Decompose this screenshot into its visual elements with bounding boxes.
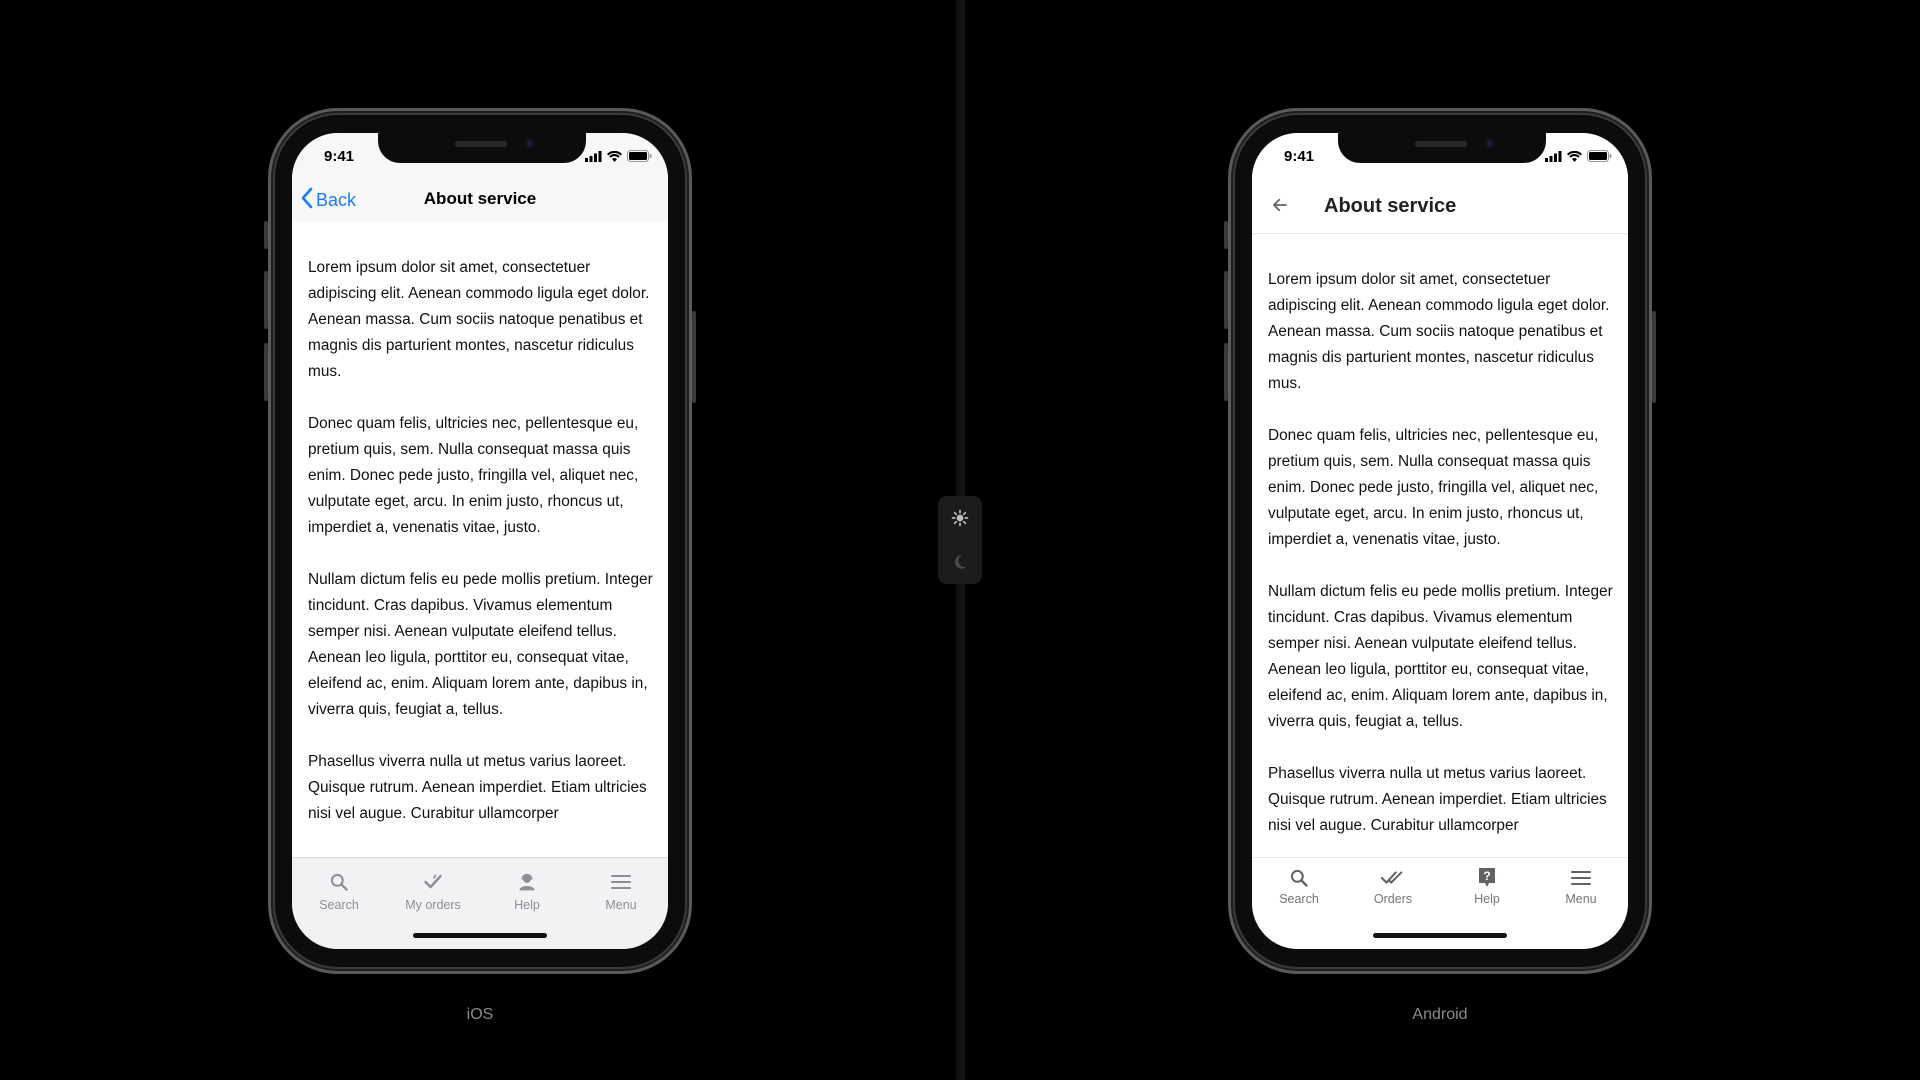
battery-icon bbox=[1587, 149, 1612, 167]
wifi-icon bbox=[1567, 149, 1582, 167]
tab-label: Help bbox=[1474, 892, 1500, 906]
signal-icon bbox=[585, 149, 602, 167]
theme-toggle bbox=[938, 496, 982, 584]
paragraph: Nullam dictum felis eu pede mollis preti… bbox=[1268, 583, 1613, 730]
volume-up-button bbox=[1224, 271, 1228, 329]
menu-icon bbox=[609, 870, 633, 894]
tab-menu[interactable]: Menu bbox=[1534, 858, 1628, 949]
page-title: About service bbox=[1324, 195, 1457, 217]
paragraph: Lorem ipsum dolor sit amet, consectetuer… bbox=[308, 259, 650, 380]
mute-switch bbox=[1224, 221, 1228, 249]
paragraph: Phasellus viverra nulla ut metus varius … bbox=[1268, 765, 1607, 834]
volume-down-button bbox=[1224, 343, 1228, 401]
tab-label: Orders bbox=[1373, 892, 1413, 906]
battery-icon bbox=[627, 149, 652, 167]
paragraph: Donec quam felis, ultricies nec, pellent… bbox=[1268, 427, 1599, 548]
search-icon bbox=[1287, 866, 1311, 890]
notch bbox=[1338, 133, 1546, 163]
front-camera bbox=[1484, 138, 1495, 149]
mute-switch bbox=[264, 221, 268, 249]
tab-label: Search bbox=[1279, 892, 1319, 906]
paragraph: Donec quam felis, ultricies nec, pellent… bbox=[308, 415, 639, 536]
search-icon bbox=[327, 870, 351, 894]
paragraph: Phasellus viverra nulla ut metus varius … bbox=[308, 753, 647, 822]
support-agent-icon bbox=[515, 870, 539, 894]
status-time: 9:41 bbox=[1284, 148, 1315, 165]
paragraph: Nullam dictum felis eu pede mollis preti… bbox=[308, 571, 653, 718]
front-camera bbox=[524, 138, 535, 149]
signal-icon bbox=[1545, 149, 1562, 167]
svg-text:?: ? bbox=[1483, 869, 1490, 883]
help-icon: ? bbox=[1475, 866, 1499, 890]
back-button[interactable] bbox=[1268, 195, 1292, 219]
ios-screen: Back About service 9:41 Lorem ipsum dolo… bbox=[292, 133, 668, 949]
tab-label: My orders bbox=[405, 898, 461, 912]
home-indicator[interactable] bbox=[1373, 933, 1507, 938]
tab-label: Menu bbox=[1565, 892, 1597, 906]
tab-label: Menu bbox=[605, 898, 637, 912]
volume-down-button bbox=[264, 343, 268, 401]
android-caption: Android bbox=[1412, 1006, 1468, 1023]
volume-up-button bbox=[264, 271, 268, 329]
tab-menu[interactable]: Menu bbox=[574, 858, 668, 949]
status-time: 9:41 bbox=[324, 148, 355, 165]
sun-icon[interactable] bbox=[949, 507, 971, 529]
tab-search[interactable]: Search bbox=[1252, 858, 1346, 949]
arrow-back-icon bbox=[1271, 196, 1289, 219]
android-phone-mockup: About service 9:41 Lorem ipsum dolor sit… bbox=[1224, 108, 1656, 974]
home-indicator[interactable] bbox=[413, 933, 547, 938]
menu-icon bbox=[1569, 866, 1593, 890]
about-content: Lorem ipsum dolor sit amet, consectetuer… bbox=[292, 255, 668, 853]
power-button bbox=[1652, 311, 1656, 403]
power-button bbox=[692, 311, 696, 403]
about-content: Lorem ipsum dolor sit amet, consectetuer… bbox=[1252, 267, 1628, 865]
tab-label: Search bbox=[319, 898, 359, 912]
wifi-icon bbox=[607, 149, 622, 167]
page-title: About service bbox=[423, 189, 537, 208]
done-all-icon bbox=[1381, 866, 1405, 890]
notch bbox=[378, 133, 586, 163]
moon-icon[interactable] bbox=[949, 551, 971, 573]
android-screen: About service 9:41 Lorem ipsum dolor sit… bbox=[1252, 133, 1628, 949]
ios-phone-mockup: Back About service 9:41 Lorem ipsum dolo… bbox=[264, 108, 696, 974]
check-icon bbox=[421, 870, 445, 894]
paragraph: Lorem ipsum dolor sit amet, consectetuer… bbox=[1268, 271, 1610, 392]
ios-caption: iOS bbox=[466, 1006, 494, 1023]
tab-search[interactable]: Search bbox=[292, 858, 386, 949]
tab-label: Help bbox=[514, 898, 540, 912]
